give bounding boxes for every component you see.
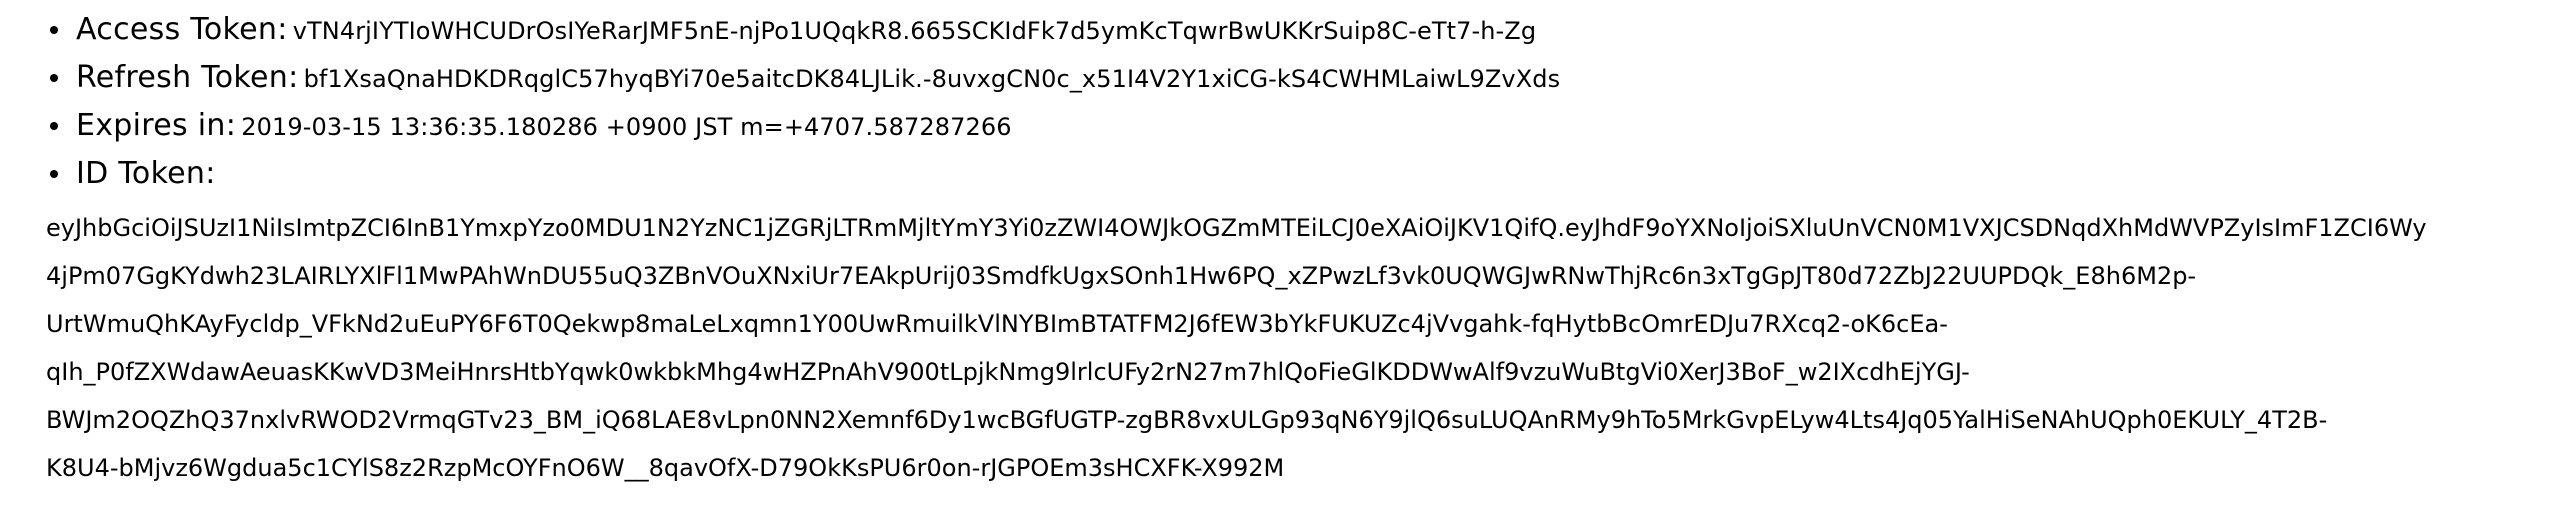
bullet-icon [50, 122, 58, 130]
refresh-token-value: bf1XsaQnaHDKDRqglC57hyqBYi70e5aitcDK84LJ… [303, 65, 1561, 93]
list-item-id-token: ID Token: eyJhbGciOiJSUzI1NiIsImtpZCI6In… [46, 150, 2564, 492]
id-token-line: UrtWmuQhKAyFycldp_VFkNd2uEuPY6F6T0Qekwp8… [46, 310, 1948, 338]
expires-in-label: Expires in: [76, 108, 237, 143]
list-item-refresh-token: Refresh Token: bf1XsaQnaHDKDRqglC57hyqBY… [46, 54, 2564, 102]
id-token-label: ID Token: [76, 156, 216, 191]
access-token-label: Access Token: [76, 12, 288, 47]
token-list: Access Token: vTN4rjIYTIoWHCUDrOsIYeRarJ… [46, 6, 2564, 492]
refresh-token-label: Refresh Token: [76, 60, 299, 95]
id-token-line: eyJhbGciOiJSUzI1NiIsImtpZCI6InB1YmxpYzo0… [46, 214, 2427, 242]
access-token-value: vTN4rjIYTIoWHCUDrOsIYeRarJMF5nE-njPo1UQq… [292, 17, 1537, 45]
id-token-line: BWJm2OQZhQ37nxlvRWOD2VrmqGTv23_BM_iQ68LA… [46, 406, 2328, 434]
bullet-icon [50, 26, 58, 34]
bullet-icon [50, 74, 58, 82]
id-token-line: K8U4-bMjvz6Wgdua5c1CYlS8z2RzpMcOYFnO6W__… [46, 454, 1285, 482]
expires-in-value: 2019-03-15 13:36:35.180286 +0900 JST m=+… [241, 113, 1012, 141]
list-item-expires-in: Expires in: 2019-03-15 13:36:35.180286 +… [46, 102, 2564, 150]
id-token-value: eyJhbGciOiJSUzI1NiIsImtpZCI6InB1YmxpYzo0… [46, 204, 2564, 492]
bullet-icon [50, 170, 58, 178]
id-token-line: 4jPm07GgKYdwh23LAIRLYXlFl1MwPAhWnDU55uQ3… [46, 262, 2197, 290]
list-item-access-token: Access Token: vTN4rjIYTIoWHCUDrOsIYeRarJ… [46, 6, 2564, 54]
id-token-line: qIh_P0fZXWdawAeuasKKwVD3MeiHnrsHtbYqwk0w… [46, 358, 1970, 386]
